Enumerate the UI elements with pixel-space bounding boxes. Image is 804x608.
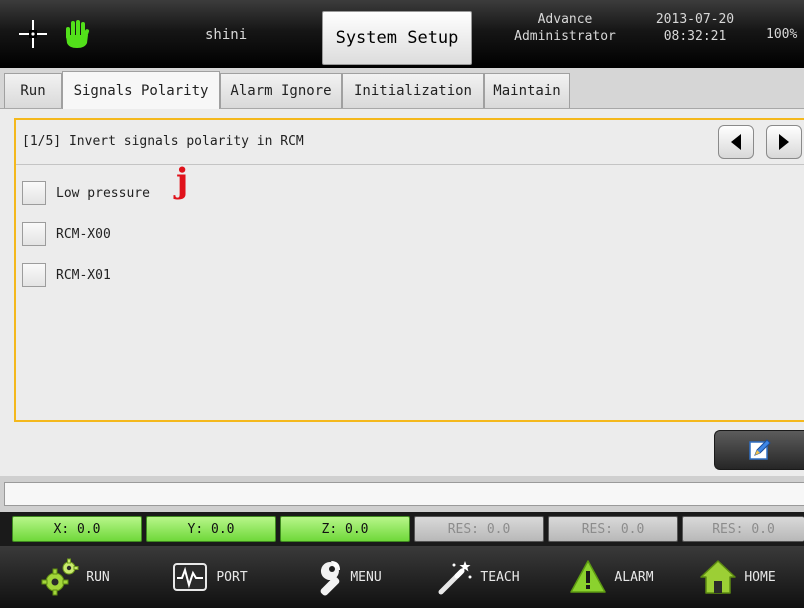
coord-res-2[interactable]: RES: 0.0 bbox=[548, 516, 678, 542]
signal-row-rcm-x00[interactable]: RCM-X00 bbox=[22, 221, 111, 247]
nav-label: ALARM bbox=[614, 569, 654, 585]
house-icon bbox=[698, 557, 738, 597]
message-area bbox=[0, 476, 804, 512]
next-page-button[interactable] bbox=[766, 125, 802, 159]
coordinate-bar: X: 0.0 Y: 0.0 Z: 0.0 RES: 0.0 RES: 0.0 R… bbox=[0, 512, 804, 546]
edit-button[interactable] bbox=[714, 430, 804, 470]
checkbox[interactable] bbox=[22, 222, 46, 246]
page-title: System Setup bbox=[322, 11, 472, 65]
panel-header: [1/5] Invert signals polarity in RCM bbox=[16, 120, 804, 165]
nav-label: MENU bbox=[350, 569, 382, 585]
signal-label: RCM-X01 bbox=[56, 267, 111, 283]
nav-alarm[interactable]: ALARM bbox=[544, 546, 678, 608]
nav-run[interactable]: RUN bbox=[8, 546, 142, 608]
nav-label: PORT bbox=[216, 569, 248, 585]
tab-alarm-ignore[interactable]: Alarm Ignore bbox=[220, 73, 342, 108]
nav-home[interactable]: HOME bbox=[670, 546, 804, 608]
nav-menu[interactable]: MENU bbox=[276, 546, 410, 608]
waveform-icon bbox=[170, 557, 210, 597]
signals-panel: [1/5] Invert signals polarity in RCM Low… bbox=[14, 118, 804, 422]
access-level[interactable]: Advance Administrator bbox=[510, 11, 620, 45]
signal-row-rcm-x01[interactable]: RCM-X01 bbox=[22, 262, 111, 288]
tab-maintain[interactable]: Maintain bbox=[484, 73, 570, 108]
triangle-left-icon bbox=[731, 134, 741, 150]
time-text: 08:32:21 bbox=[663, 29, 727, 44]
gears-icon bbox=[40, 557, 80, 597]
coord-z[interactable]: Z: 0.0 bbox=[280, 516, 410, 542]
warning-icon bbox=[568, 557, 608, 597]
tab-initialization[interactable]: Initialization bbox=[342, 73, 484, 108]
magic-wand-icon bbox=[434, 557, 474, 597]
speed-percent[interactable]: 100% bbox=[766, 27, 797, 42]
crosshair-icon[interactable] bbox=[18, 0, 48, 68]
nav-label: TEACH bbox=[480, 569, 520, 585]
app-window: shini System Setup Advance Administrator… bbox=[0, 0, 804, 608]
tab-bar: Run Signals Polarity Alarm Ignore Initia… bbox=[0, 68, 804, 109]
access-level-line2: Administrator bbox=[514, 29, 616, 44]
coord-y[interactable]: Y: 0.0 bbox=[146, 516, 276, 542]
nav-port[interactable]: PORT bbox=[142, 546, 276, 608]
coord-res-3[interactable]: RES: 0.0 bbox=[682, 516, 804, 542]
wrench-icon bbox=[304, 557, 344, 597]
signal-label: RCM-X00 bbox=[56, 226, 111, 242]
checkbox[interactable] bbox=[22, 181, 46, 205]
hand-icon[interactable] bbox=[62, 0, 92, 68]
coord-res-1[interactable]: RES: 0.0 bbox=[414, 516, 544, 542]
date-text: 2013-07-20 bbox=[655, 12, 735, 27]
access-level-line1: Advance bbox=[537, 12, 593, 27]
tab-signals-polarity[interactable]: Signals Polarity bbox=[62, 71, 220, 109]
datetime: 2013-07-20 08:32:21 bbox=[640, 11, 750, 45]
nav-label: RUN bbox=[86, 569, 110, 585]
annotation-marker: j bbox=[176, 161, 189, 201]
nav-label: HOME bbox=[744, 569, 776, 585]
prev-page-button[interactable] bbox=[718, 125, 754, 159]
bottom-nav: RUN PORT MENU TEACH ALARM HOME bbox=[0, 546, 804, 608]
tab-run[interactable]: Run bbox=[4, 73, 62, 108]
triangle-right-icon bbox=[779, 134, 789, 150]
panel-title: [1/5] Invert signals polarity in RCM bbox=[22, 134, 304, 149]
message-bar bbox=[4, 482, 804, 506]
header-bar: shini System Setup Advance Administrator… bbox=[0, 0, 804, 68]
signal-row-low-pressure[interactable]: Low pressure bbox=[22, 180, 150, 206]
edit-note-icon bbox=[748, 439, 771, 460]
coord-x[interactable]: X: 0.0 bbox=[12, 516, 142, 542]
user-name: shini bbox=[205, 27, 248, 43]
nav-teach[interactable]: TEACH bbox=[410, 546, 544, 608]
checkbox[interactable] bbox=[22, 263, 46, 287]
signal-label: Low pressure bbox=[56, 185, 150, 201]
